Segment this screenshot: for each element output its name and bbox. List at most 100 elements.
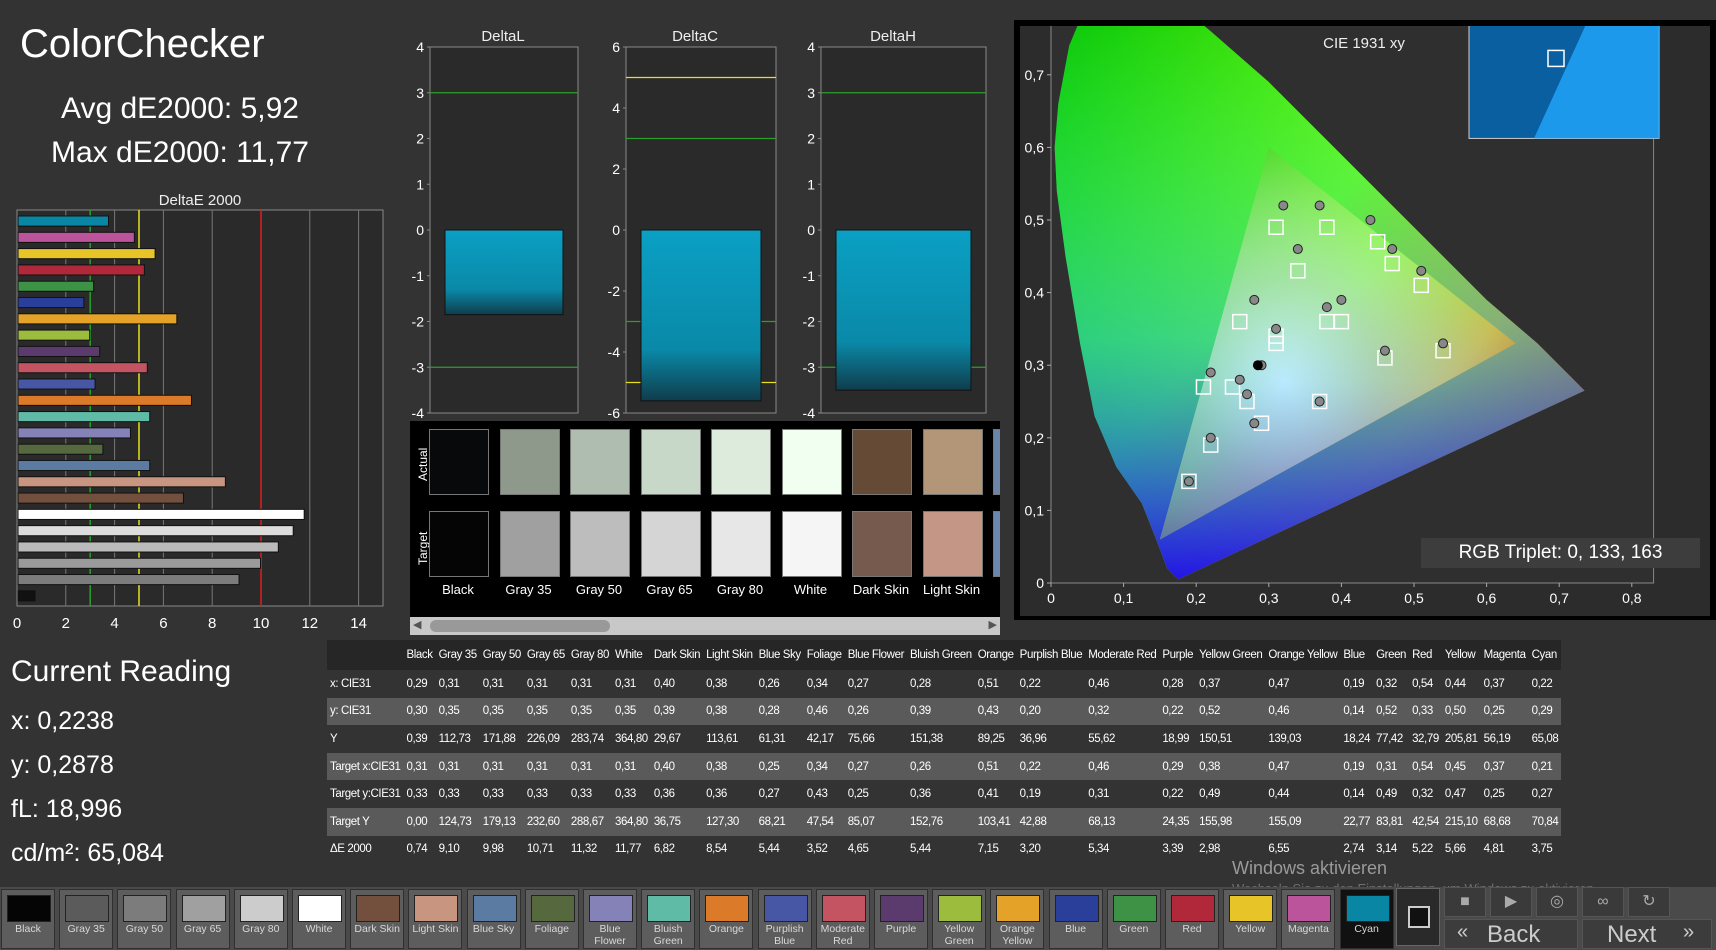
- table-cell: y: CIE31: [327, 697, 404, 726]
- swatch-label: Gray 50: [575, 582, 623, 597]
- patch-button[interactable]: Bluish Green: [641, 889, 696, 949]
- swatch-target: [640, 511, 701, 577]
- table-cell: 6,82: [650, 835, 704, 864]
- table-cell: 7,15: [974, 835, 1017, 864]
- patch-button[interactable]: Magenta: [1281, 889, 1336, 949]
- table-cell: 0,29: [1528, 697, 1562, 726]
- patch-button[interactable]: Gray 50: [117, 889, 172, 949]
- table-cell: 0,27: [844, 670, 908, 698]
- table-header: Purplish Blue: [1016, 640, 1086, 670]
- patch-button[interactable]: White: [292, 889, 346, 949]
- patch-color-chip: [1345, 895, 1390, 922]
- patch-button[interactable]: Cyan: [1339, 889, 1394, 949]
- cie-actual-marker: [1292, 244, 1303, 255]
- table-header: Red: [1409, 640, 1442, 670]
- table-cell: 3,52: [803, 835, 845, 864]
- table-cell: 364,80: [612, 807, 651, 836]
- table-cell: 0,27: [1528, 780, 1562, 808]
- table-cell: 77,42: [1373, 725, 1410, 753]
- table-cell: 65,08: [1528, 725, 1562, 753]
- table-row: Target y:CIE31 0,33 0,33 0,33 0,33 0,33 0,33 0,…: [327, 780, 1562, 808]
- patch-button[interactable]: Black: [1, 889, 55, 949]
- delta-tick-label: -4: [803, 405, 816, 420]
- table-cell: 139,03: [1265, 725, 1341, 753]
- patch-label: Gray 35: [67, 923, 105, 935]
- table-cell: 10,71: [523, 835, 568, 864]
- deltae-bar: [17, 459, 151, 472]
- table-cell: 0,46: [1265, 697, 1341, 726]
- patch-label: Yellow: [1235, 923, 1266, 935]
- patch-color-chip: [1112, 895, 1157, 922]
- avg-de-label: Avg dE2000: 5,92: [61, 92, 299, 125]
- delta-tick-label: -1: [412, 268, 425, 284]
- patch-button[interactable]: Orange: [699, 889, 754, 949]
- scroll-left-icon[interactable]: ◀: [413, 618, 421, 631]
- table-cell: 0,31: [479, 752, 524, 781]
- delta-tick-label: -3: [412, 359, 425, 375]
- patch-button[interactable]: Blue: [1048, 889, 1103, 949]
- patch-button[interactable]: Foliage: [524, 889, 579, 949]
- patch-button[interactable]: Green: [1106, 889, 1161, 949]
- swatch-scrollbar[interactable]: ◀ ▶: [410, 617, 1000, 635]
- table-cell: 42,88: [1016, 807, 1086, 836]
- table-header: Dark Skin: [650, 640, 704, 670]
- patch-button[interactable]: Light Skin: [408, 889, 463, 949]
- loop-icon[interactable]: ∞: [1582, 887, 1624, 917]
- patch-button[interactable]: Moderate Red: [815, 889, 870, 949]
- table-cell: 0,35: [567, 697, 613, 726]
- table-cell: 55,62: [1085, 725, 1160, 753]
- table-cell: 0,54: [1409, 670, 1442, 698]
- patch-label: Yellow Green: [944, 923, 975, 947]
- table-cell: 0,39: [907, 697, 975, 726]
- swatch-actual: [429, 429, 489, 495]
- table-cell: 0,51: [974, 752, 1017, 781]
- deltac-chart: 6 4 2 0 -2 -4 -6: [608, 40, 777, 420]
- cie-y-tick: 0,1: [1025, 502, 1045, 518]
- deltae-bar: [17, 231, 135, 243]
- table-cell: 0,47: [1265, 752, 1341, 781]
- table-cell: 0,28: [755, 697, 804, 726]
- scrollbar-thumb[interactable]: [430, 620, 610, 632]
- patch-button[interactable]: Yellow Green: [932, 889, 987, 949]
- table-header: Black: [403, 640, 436, 670]
- table-cell: 5,34: [1085, 835, 1160, 864]
- patch-button[interactable]: Blue Sky: [466, 889, 521, 949]
- table-cell: 0,45: [1441, 752, 1481, 781]
- cie-actual-marker: [1365, 215, 1376, 225]
- next-button[interactable]: Next »: [1582, 919, 1712, 949]
- capture-button[interactable]: [1396, 888, 1440, 946]
- scroll-right-icon[interactable]: ▶: [989, 618, 997, 631]
- patch-button[interactable]: Orange Yellow: [990, 889, 1045, 949]
- table-cell: 179,13: [479, 807, 524, 836]
- cie-x-tick: 0,5: [1404, 590, 1424, 606]
- back-label: Back: [1487, 921, 1541, 948]
- deltae-bar: [17, 280, 95, 292]
- table-cell: 5,66: [1441, 835, 1481, 864]
- refresh-icon[interactable]: ↻: [1628, 887, 1670, 917]
- patch-button[interactable]: Dark Skin: [350, 889, 405, 949]
- measure-icon[interactable]: ◎: [1536, 887, 1578, 917]
- patch-button[interactable]: Gray 80: [233, 889, 288, 949]
- table-cell: 0,31: [403, 752, 436, 781]
- table-cell: 9,98: [479, 835, 524, 864]
- patch-button[interactable]: Red: [1165, 889, 1219, 949]
- patch-button[interactable]: Gray 65: [175, 889, 230, 949]
- table-cell: 8,54: [703, 835, 756, 864]
- patch-button[interactable]: Blue Flower: [583, 889, 637, 949]
- stop-control-icon[interactable]: ■: [1444, 887, 1486, 917]
- table-cell: 0,47: [1441, 780, 1481, 808]
- swatch-label: White: [793, 582, 828, 597]
- play-icon[interactable]: ▶: [1490, 887, 1532, 917]
- table-header: Cyan: [1528, 640, 1562, 670]
- back-button[interactable]: « Back: [1444, 919, 1578, 949]
- table-cell: 0,27: [844, 752, 908, 781]
- patch-button[interactable]: Purplish Blue: [757, 889, 812, 949]
- cie-actual-marker: [1314, 200, 1325, 211]
- table-cell: 0,52: [1373, 697, 1410, 726]
- table-cell: 0,31: [435, 752, 480, 781]
- patch-button[interactable]: Purple: [874, 889, 928, 949]
- patch-button[interactable]: Gray 35: [59, 889, 114, 949]
- table-cell: 0,33: [479, 780, 524, 808]
- patch-color-chip: [123, 895, 168, 922]
- patch-button[interactable]: Yellow: [1223, 889, 1278, 949]
